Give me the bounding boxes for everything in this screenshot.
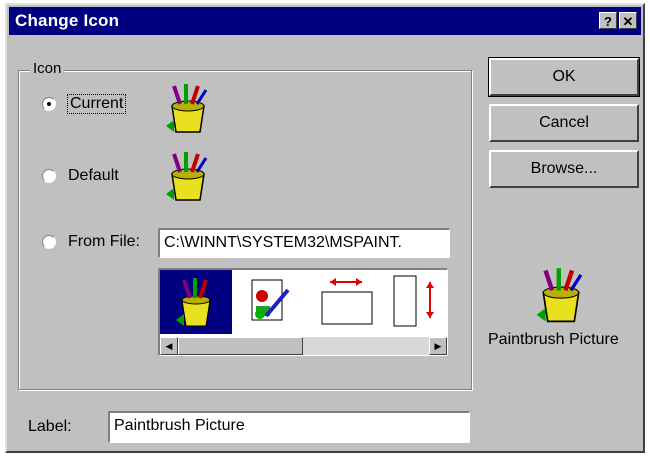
document-pen-icon: [251, 279, 290, 321]
title-bar: Change Icon ? ✕: [9, 7, 641, 35]
dialog-title: Change Icon: [15, 11, 120, 30]
paintbrush-icon: [176, 278, 211, 327]
radio-current[interactable]: [42, 97, 56, 111]
icon-list-item-document-pen[interactable]: [236, 270, 308, 334]
from-file-path-input[interactable]: C:\WINNT\SYSTEM32\MSPAINT.: [158, 228, 450, 258]
label-field-label: Label:: [28, 418, 72, 435]
ok-button[interactable]: OK: [488, 57, 640, 97]
radio-default[interactable]: [42, 169, 56, 183]
preview-paintbrush-icon: [536, 268, 583, 323]
icon-list-item-vertical-resize[interactable]: [388, 270, 460, 334]
close-button[interactable]: ✕: [619, 12, 637, 29]
icon-list-scrollbar[interactable]: ◀ ▶: [160, 337, 447, 355]
default-paintbrush-icon: [166, 152, 208, 201]
icon-list-item-paintbrush[interactable]: [160, 270, 232, 334]
icon-group-label: Icon: [30, 60, 65, 77]
horizontal-resize-icon: [321, 278, 373, 325]
preview-caption: Paintbrush Picture: [488, 331, 619, 348]
current-paintbrush-icon: [166, 84, 208, 133]
label-input[interactable]: Paintbrush Picture: [108, 411, 470, 443]
icon-list-item-horizontal-resize[interactable]: [312, 270, 384, 334]
scroll-thumb[interactable]: [178, 337, 303, 355]
radio-default-label[interactable]: Default: [68, 167, 119, 185]
scroll-left-arrow-icon[interactable]: ◀: [160, 337, 178, 355]
radio-from-file[interactable]: [42, 235, 56, 249]
scroll-right-arrow-icon[interactable]: ▶: [429, 337, 447, 355]
radio-current-label[interactable]: Current: [66, 94, 127, 114]
cancel-button[interactable]: Cancel: [489, 104, 639, 142]
vertical-resize-icon: [393, 275, 434, 327]
icon-list[interactable]: ◀ ▶: [158, 268, 448, 356]
help-button[interactable]: ?: [599, 12, 617, 29]
browse-button[interactable]: Browse...: [489, 150, 639, 188]
radio-from-file-label[interactable]: From File:: [68, 233, 140, 251]
